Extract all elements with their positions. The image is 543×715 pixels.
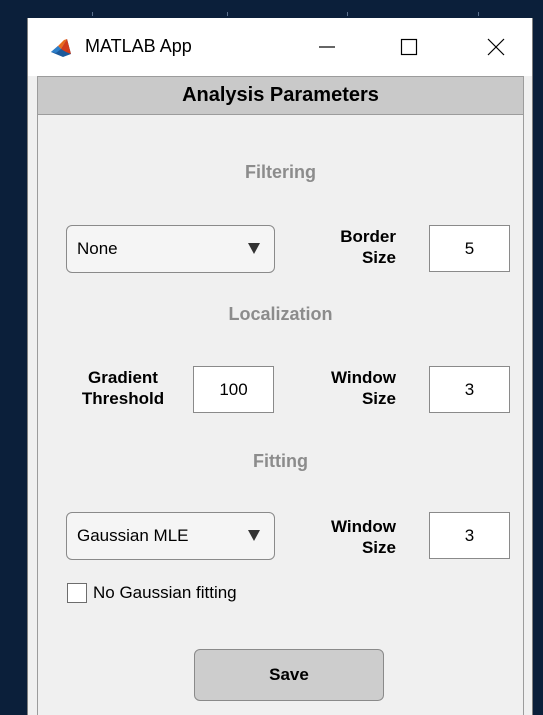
maximize-button[interactable] bbox=[380, 18, 438, 76]
save-button[interactable]: Save bbox=[194, 649, 384, 701]
gradient-threshold-label-line1: Gradient bbox=[88, 368, 158, 387]
fitting-dropdown[interactable]: Gaussian MLE bbox=[66, 512, 275, 560]
no-gaussian-fitting-option[interactable]: No Gaussian fitting bbox=[67, 583, 237, 603]
border-size-field[interactable]: 5 bbox=[429, 225, 510, 272]
fitting-window-size-label-line2: Size bbox=[361, 538, 396, 557]
triangle-down-icon bbox=[248, 530, 260, 541]
filtering-section-title: Filtering bbox=[245, 162, 316, 182]
fitting-window-size-field[interactable]: 3 bbox=[429, 512, 510, 559]
desktop-mark bbox=[227, 12, 228, 16]
desktop-mark bbox=[92, 12, 93, 16]
no-gaussian-fitting-label: No Gaussian fitting bbox=[93, 583, 237, 602]
close-icon bbox=[487, 38, 505, 56]
border-size-label-line2: Size bbox=[361, 248, 396, 267]
gradient-threshold-label-line2: Threshold bbox=[81, 389, 165, 408]
localization-window-size-label-line2: Size bbox=[361, 389, 396, 408]
matlab-logo-icon bbox=[51, 39, 71, 57]
window-title: MATLAB App bbox=[85, 36, 192, 56]
localization-window-size-field[interactable]: 3 bbox=[429, 366, 510, 413]
localization-section-title: Localization bbox=[228, 304, 333, 324]
fitting-dropdown-value: Gaussian MLE bbox=[77, 526, 189, 545]
triangle-down-icon bbox=[248, 243, 260, 254]
no-gaussian-fitting-checkbox[interactable] bbox=[67, 583, 87, 603]
title-bar[interactable]: MATLAB App bbox=[28, 18, 532, 76]
gradient-threshold-label: Gradient Threshold bbox=[68, 367, 178, 409]
minimize-button[interactable] bbox=[298, 18, 356, 76]
parameters-panel: Filtering None Border Size 5 Localizatio… bbox=[37, 114, 524, 715]
fitting-window-size-label-line1: Window bbox=[331, 517, 396, 536]
app-window: MATLAB App Analysis Parameters Filtering… bbox=[27, 18, 533, 715]
desktop-mark bbox=[347, 12, 348, 16]
desktop-mark bbox=[478, 12, 479, 16]
fitting-window-size-label: Window Size bbox=[306, 516, 396, 558]
panel-header: Analysis Parameters bbox=[37, 76, 524, 115]
filtering-dropdown-value: None bbox=[77, 239, 118, 258]
border-size-label-line1: Border bbox=[340, 227, 396, 246]
minimize-icon bbox=[319, 46, 335, 48]
filtering-dropdown[interactable]: None bbox=[66, 225, 275, 273]
gradient-threshold-field[interactable]: 100 bbox=[193, 366, 274, 413]
fitting-section-title: Fitting bbox=[253, 451, 308, 471]
maximize-icon bbox=[400, 38, 418, 56]
localization-window-size-label-line1: Window bbox=[331, 368, 396, 387]
border-size-label: Border Size bbox=[306, 226, 396, 268]
close-button[interactable] bbox=[467, 18, 525, 76]
localization-window-size-label: Window Size bbox=[306, 367, 396, 409]
